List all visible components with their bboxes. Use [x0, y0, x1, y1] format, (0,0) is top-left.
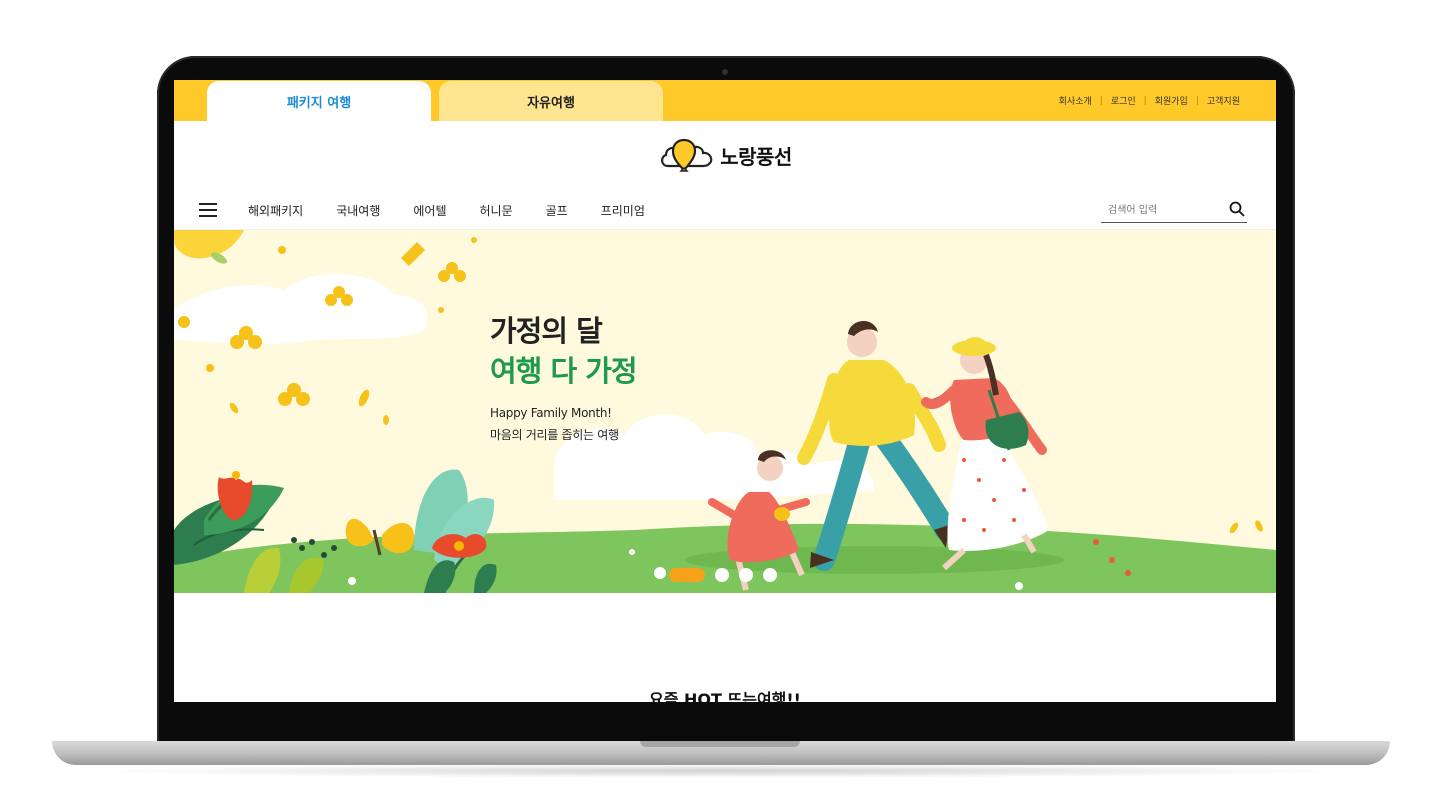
hero-banner[interactable]: 가정의 달 여행 다 가정 Happy Family Month! 마음의 거리…	[174, 230, 1276, 593]
logo[interactable]: 노랑풍선	[658, 135, 792, 175]
nav-item-airtel[interactable]: 에어텔	[413, 202, 446, 219]
hero-subtitle-en: Happy Family Month!	[490, 406, 612, 420]
top-bar: 패키지 여행 자유여행 회사소개 | 로그인 | 회원가입 | 고객지원	[174, 80, 1276, 121]
logo-area: 노랑풍선	[174, 121, 1276, 189]
browser-screen: 패키지 여행 자유여행 회사소개 | 로그인 | 회원가입 | 고객지원 노랑풍…	[174, 80, 1276, 702]
separator: |	[1195, 95, 1199, 106]
hero-subtitle-ko: 마음의 거리를 좁히는 여행	[490, 428, 619, 442]
utility-links: 회사소개 | 로그인 | 회원가입 | 고객지원	[1059, 94, 1240, 108]
nav-menu: 해외패키지 국내여행 에어텔 허니문 골프 프리미엄	[248, 202, 678, 219]
yellow-balloon-cloud-icon	[661, 138, 713, 172]
laptop-notch	[640, 741, 800, 747]
hero-title-line2: 여행 다 가정	[490, 354, 638, 388]
slider-dot[interactable]	[739, 568, 753, 582]
nav-item-premium[interactable]: 프리미엄	[601, 202, 645, 219]
nav-item-honeymoon[interactable]: 허니문	[480, 202, 513, 219]
hot-travel-section-title: 요즘 HOT 뜨는여행!!	[649, 690, 801, 702]
search-input[interactable]	[1101, 199, 1226, 222]
hero-title-line1: 가정의 달	[490, 314, 603, 348]
search-icon[interactable]	[1229, 201, 1245, 217]
slider-dot[interactable]	[763, 568, 777, 582]
link-company[interactable]: 회사소개	[1059, 94, 1092, 107]
slider-dot-active[interactable]	[669, 568, 705, 582]
link-support[interactable]: 고객지원	[1207, 94, 1240, 107]
hamburger-icon[interactable]	[199, 203, 217, 217]
tab-package-tour[interactable]: 패키지 여행	[207, 81, 431, 121]
main-nav: 해외패키지 국내여행 에어텔 허니문 골프 프리미엄	[174, 189, 1276, 230]
tab-free-travel[interactable]: 자유여행	[439, 81, 663, 121]
laptop-shadow	[90, 764, 1350, 778]
search-box	[1101, 198, 1247, 223]
slider-dot[interactable]	[715, 568, 729, 582]
link-signup[interactable]: 회원가입	[1155, 94, 1188, 107]
nav-item-golf[interactable]: 골프	[546, 202, 568, 219]
logo-text: 노랑풍선	[720, 144, 792, 169]
camera-dot	[722, 69, 728, 75]
separator: |	[1099, 95, 1103, 106]
nav-item-overseas-package[interactable]: 해외패키지	[248, 202, 303, 219]
nav-item-domestic[interactable]: 국내여행	[336, 202, 380, 219]
link-login[interactable]: 로그인	[1111, 94, 1136, 107]
separator: |	[1143, 95, 1147, 106]
slider-pagination	[669, 568, 787, 582]
hero-illustration	[174, 230, 1276, 593]
